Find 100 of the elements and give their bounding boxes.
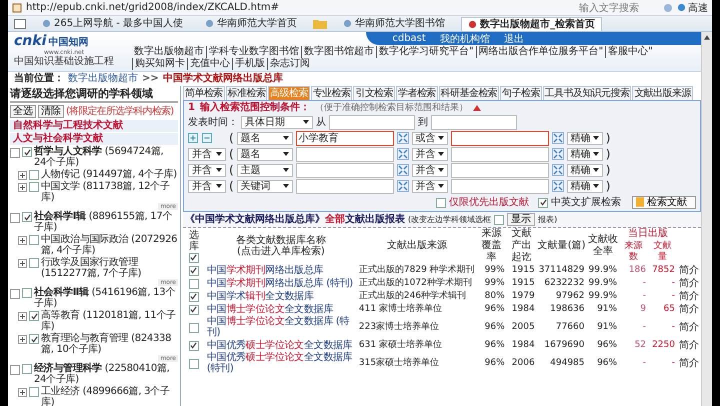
address-field[interactable]: http://epub.cnki.net/grid2008/index/ZKCALD.htm#: [12, 2, 575, 13]
dropdown[interactable]: 精确: [566, 148, 603, 160]
search-term-field[interactable]: [450, 146, 549, 162]
checkbox[interactable]: [188, 358, 199, 369]
search-term-field[interactable]: [296, 178, 394, 194]
nav-link[interactable]: 数字化学习研究平台": [376, 46, 476, 58]
search-term-field[interactable]: 小学教育: [296, 130, 394, 146]
checkbox[interactable]: [188, 340, 199, 351]
panel-button[interactable]: 清除: [38, 104, 64, 118]
database-link[interactable]: 中国博士学位论文全文数据库: [206, 304, 334, 314]
subject-label[interactable]: 哲学与人文科学 (5694724篇, 24个子库): [34, 146, 178, 168]
subject-label[interactable]: 中国文学 (811738篇, 12个子库): [41, 181, 178, 203]
nav-link[interactable]: 网络出版合作单位服务平台": [476, 46, 606, 58]
intro-link[interactable]: 简介: [678, 322, 699, 332]
search-button[interactable]: 检索文献: [632, 196, 696, 208]
expand-icon[interactable]: [18, 171, 27, 180]
expand-icon[interactable]: [18, 312, 27, 321]
nav-link[interactable]: 购买知网卡: [132, 58, 187, 70]
option-label[interactable]: 中英文扩展检索: [551, 195, 621, 209]
checkbox[interactable]: [188, 278, 199, 289]
dropdown[interactable]: 题名: [236, 132, 293, 144]
header-link[interactable]: 退出: [504, 32, 524, 46]
search-term-field[interactable]: [450, 162, 549, 178]
search-tab[interactable]: 专业检索: [310, 86, 352, 100]
header-link[interactable]: 我的机构馆: [440, 32, 490, 46]
dropdown[interactable]: 主题: [236, 164, 293, 176]
expand-icon[interactable]: [18, 335, 27, 344]
breadcrumb-link[interactable]: 数字出版物超市: [68, 73, 138, 85]
checkbox[interactable]: [29, 182, 39, 192]
checkbox[interactable]: [188, 266, 199, 276]
dropdown[interactable]: 关键词: [236, 180, 293, 192]
expand-arrows-icon[interactable]: [552, 180, 564, 192]
subject-label[interactable]: 社会科学Ⅰ辑 (8896155篇, 17个子库): [34, 211, 178, 233]
search-term-field[interactable]: [450, 178, 549, 194]
subject-label[interactable]: 社会科学Ⅱ辑 (5416196篇, 13个子库): [34, 287, 178, 309]
database-link[interactable]: 中国学术期刊网络出版总库: [206, 264, 324, 276]
checkbox[interactable]: [188, 322, 199, 333]
checkbox[interactable]: [188, 292, 199, 302]
expand-arrows-icon[interactable]: [396, 132, 409, 144]
checkbox[interactable]: [22, 288, 32, 298]
scrollbar[interactable]: [701, 32, 712, 406]
search-tab[interactable]: 科研基金检索: [438, 86, 500, 100]
scroll-up-icon[interactable]: [704, 35, 710, 40]
tab-list-icon[interactable]: [14, 18, 26, 28]
intro-link[interactable]: 简介: [678, 340, 699, 350]
search-term-field[interactable]: [450, 130, 549, 146]
checkbox[interactable]: [22, 147, 32, 157]
dropdown[interactable]: 并含: [188, 148, 226, 160]
dropdown[interactable]: 并含: [412, 164, 448, 176]
subject-label[interactable]: 工业经济 (4899666篇, 3个子库): [41, 386, 178, 406]
subject-label[interactable]: 中国政治与国际政治 (2072926篇, 4个子库): [41, 234, 178, 256]
search-tab[interactable]: 句子检索: [500, 86, 542, 100]
expand-icon[interactable]: [18, 183, 27, 192]
date-to-field[interactable]: [431, 114, 517, 130]
search-term-field[interactable]: [296, 162, 394, 178]
checkbox[interactable]: [22, 212, 32, 222]
category-link[interactable]: 人文与社会科学文献: [10, 133, 178, 145]
expand-arrows-icon[interactable]: [396, 180, 409, 192]
nav-link[interactable]: 数字图书馆超市: [301, 46, 376, 58]
user-link[interactable]: cdbast: [392, 33, 426, 44]
nav-link[interactable]: 充值中心: [187, 58, 232, 70]
checkbox[interactable]: [436, 198, 446, 208]
intro-link[interactable]: 简介: [678, 278, 699, 288]
browser-tab[interactable]: 华南师范大学图书馆: [337, 17, 452, 30]
browser-tab[interactable]: 数字出版物超市_检索首页: [461, 16, 602, 30]
breadcrumb-link[interactable]: 中国学术文献网络出版总库: [162, 73, 283, 85]
database-link[interactable]: 中国博士学位论文全文数据库 (特刊): [206, 316, 355, 338]
expander-box[interactable]: [10, 289, 20, 299]
dropdown[interactable]: 并含: [412, 148, 448, 160]
dropdown[interactable]: 精确: [566, 164, 603, 176]
search-engine-icon[interactable]: [663, 2, 673, 12]
checkbox[interactable]: [538, 198, 548, 208]
remove-row-icon[interactable]: [202, 133, 212, 143]
dropdown[interactable]: 精确: [566, 132, 603, 144]
dropdown[interactable]: 精确: [566, 180, 603, 192]
checkbox[interactable]: [29, 170, 39, 180]
dropdown[interactable]: 题名: [236, 148, 293, 160]
subject-label[interactable]: 高等教育 (1120181篇, 11个子库): [41, 310, 178, 332]
subject-label[interactable]: 人物传记 (914497篇, 4个子库): [41, 169, 177, 180]
subject-label[interactable]: 经济与管理科学 (22580410篇, 24个子库): [34, 363, 178, 385]
search-tab[interactable]: 简单检索: [183, 86, 225, 100]
go-button[interactable]: 高速: [677, 0, 708, 14]
database-link[interactable]: 中国优秀硕士学位论文全文数据库: [206, 340, 352, 350]
dropdown[interactable]: 或含: [412, 132, 448, 144]
checkbox[interactable]: [188, 252, 199, 262]
nav-link[interactable]: 客服中心": [605, 46, 655, 58]
search-tab[interactable]: 工具书及知识元搜索: [542, 86, 632, 100]
expand-icon[interactable]: [18, 259, 27, 268]
nav-link[interactable]: 杂志订阅: [267, 58, 312, 70]
intro-link[interactable]: 简介: [678, 358, 699, 368]
search-tab[interactable]: 文献出版来源: [632, 86, 693, 100]
add-row-icon[interactable]: [188, 133, 198, 143]
show-button[interactable]: 显示: [507, 213, 536, 226]
search-tab[interactable]: 标准检索: [226, 86, 268, 100]
expand-arrows-icon[interactable]: [552, 148, 564, 160]
collapse-icon[interactable]: [472, 105, 481, 111]
checkbox[interactable]: [188, 304, 199, 315]
option-label[interactable]: 仅限优先出版文献: [449, 195, 529, 209]
checkbox[interactable]: [29, 334, 39, 344]
dropdown[interactable]: 并含: [188, 180, 226, 192]
